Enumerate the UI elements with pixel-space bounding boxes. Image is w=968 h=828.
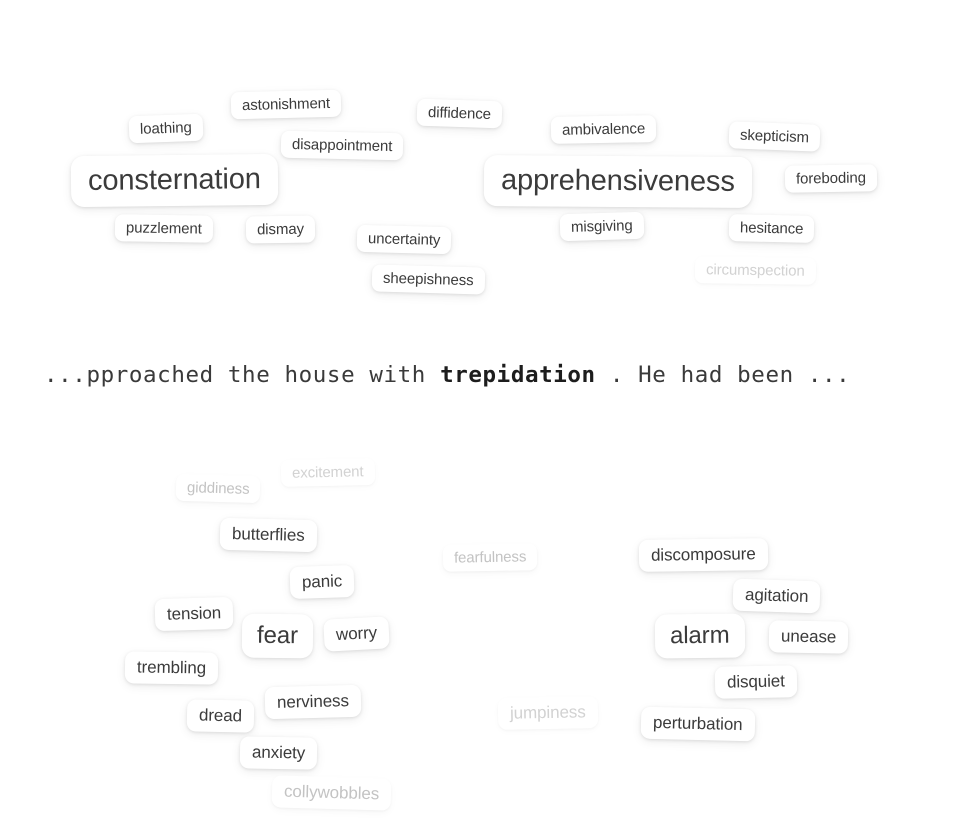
word-chip[interactable]: diffidence <box>416 98 503 129</box>
word-chip[interactable]: uncertainty <box>356 224 452 255</box>
word-chip[interactable]: jumpiness <box>497 696 598 730</box>
word-chip[interactable]: fearfulness <box>442 543 538 572</box>
word-chip[interactable]: agitation <box>732 578 821 614</box>
word-chip[interactable]: worry <box>323 616 390 652</box>
word-chip[interactable]: astonishment <box>230 89 342 120</box>
word-chip[interactable]: foreboding <box>784 164 878 193</box>
word-chip[interactable]: alarm <box>654 613 745 659</box>
word-chip[interactable]: apprehensiveness <box>483 155 752 208</box>
sentence-suffix: . He had been ... <box>595 362 851 388</box>
word-chip[interactable]: panic <box>289 565 355 599</box>
sentence-prefix: ...pproached the house with <box>44 362 441 388</box>
word-chip[interactable]: disquiet <box>714 665 798 699</box>
word-chip[interactable]: collywobbles <box>271 775 392 811</box>
word-chip[interactable]: unease <box>768 620 849 654</box>
word-chip[interactable]: misgiving <box>559 211 644 242</box>
word-chip[interactable]: hesitance <box>728 214 815 243</box>
word-chip[interactable]: sheepishness <box>371 264 485 295</box>
word-chip[interactable]: butterflies <box>219 517 317 553</box>
word-chip[interactable]: circumspection <box>694 256 816 285</box>
word-chip[interactable]: perturbation <box>640 706 755 742</box>
word-chip[interactable]: trembling <box>124 651 219 685</box>
word-chip[interactable]: nerviness <box>264 684 362 720</box>
word-chip[interactable]: loathing <box>128 113 204 144</box>
word-chip[interactable]: puzzlement <box>114 214 213 243</box>
word-chip[interactable]: skepticism <box>728 121 821 152</box>
word-chip[interactable]: tension <box>154 596 234 632</box>
top-cluster: astonishment loathing diffidence ambivalenc… <box>0 0 968 828</box>
sentence-keyword: trepidation <box>440 362 596 388</box>
word-chip[interactable]: anxiety <box>239 736 318 770</box>
word-chip[interactable]: giddiness <box>175 473 261 504</box>
context-sentence: ...pproached the house with trepidation … <box>44 362 924 388</box>
word-chip[interactable]: excitement <box>280 458 375 487</box>
word-chip[interactable]: discomposure <box>638 538 768 572</box>
word-chip[interactable]: dismay <box>245 215 316 244</box>
word-chip[interactable]: ambivalence <box>550 115 657 144</box>
word-chip[interactable]: fear <box>241 613 314 659</box>
word-chip[interactable]: dread <box>186 699 255 733</box>
word-cloud-canvas: astonishment loathing diffidence ambivalenc… <box>0 0 968 828</box>
word-chip[interactable]: disappointment <box>280 130 404 161</box>
word-chip[interactable]: consternation <box>70 153 279 208</box>
